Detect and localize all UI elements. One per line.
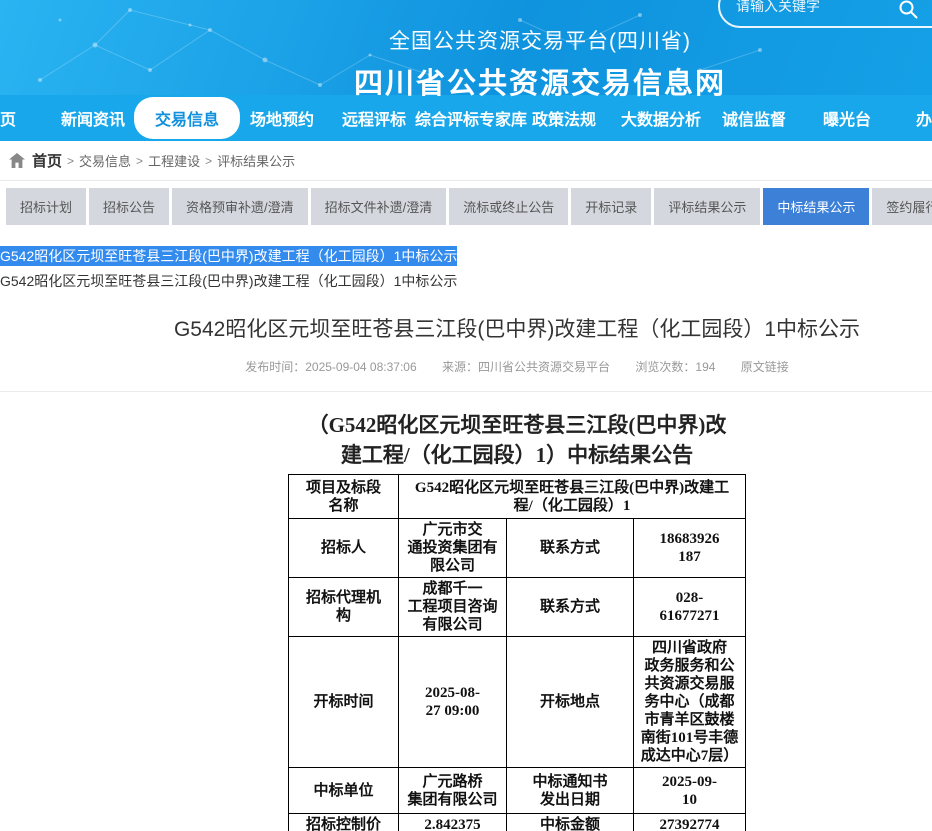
- site-title: 四川省公共资源交易信息网: [0, 60, 932, 102]
- table-label: 项目及标段 名称: [289, 475, 399, 519]
- breadcrumb-evaluation-result[interactable]: 评标结果公示: [217, 151, 295, 170]
- document-body: （G542昭化区元坝至旺苍县三江段(巴中界)改 建工程/（化工园段）1）中标结果…: [0, 410, 932, 831]
- tab-failure-termination-notice[interactable]: 流标或终止公告: [449, 188, 568, 225]
- breadcrumb-engineering[interactable]: 工程建设: [148, 151, 200, 170]
- table-value: 广元市交 通投资集团有 限公司: [399, 519, 507, 578]
- table-label: 中标金额 （元）: [507, 814, 634, 831]
- tab-award-result[interactable]: 中标结果公示: [763, 188, 869, 225]
- table-label: 联系方式: [507, 519, 634, 578]
- nav-item-integrity[interactable]: 诚信监督: [722, 106, 786, 130]
- page-title: G542昭化区元坝至旺苍县三江段(巴中界)改建工程（化工园段）1中标公示: [0, 313, 932, 343]
- tab-evaluation-result[interactable]: 评标结果公示: [654, 188, 760, 225]
- nav-item-services[interactable]: 办事: [916, 106, 932, 130]
- section-divider: [0, 391, 932, 392]
- table-row: 招标代理机 构 成都千一 工程项目咨询 有限公司 联系方式 028- 61677…: [289, 578, 746, 637]
- search-input[interactable]: [736, 0, 896, 26]
- nav-item-big-data[interactable]: 大数据分析: [621, 106, 701, 130]
- nav-item-home[interactable]: 首页: [0, 106, 16, 130]
- table-label: 招标人: [289, 519, 399, 578]
- tab-contract-performance[interactable]: 签约履行: [872, 188, 932, 225]
- platform-subtitle: 全国公共资源交易平台(四川省): [0, 25, 932, 55]
- table-value: 2025-09- 10: [634, 768, 746, 814]
- site-header: 全国公共资源交易平台(四川省) 四川省公共资源交易信息网: [0, 0, 932, 95]
- table-row: 开标时间 2025-08- 27 09:00 开标地点 四川省政府 政务服务和公…: [289, 637, 746, 768]
- page: 全国公共资源交易平台(四川省) 四川省公共资源交易信息网 首页 新闻资讯 交易信…: [0, 0, 932, 831]
- original-link[interactable]: 原文链接: [741, 360, 789, 374]
- breadcrumb: 首页 > 交易信息 > 工程建设 > 评标结果公示: [0, 141, 932, 181]
- search-box: [718, 0, 932, 28]
- table-label: 招标控制价 （元）: [289, 814, 399, 831]
- tab-prequalification-supplement[interactable]: 资格预审补遗/澄清: [172, 188, 308, 225]
- publish-time: 发布时间：2025-09-04 08:37:06: [245, 360, 416, 374]
- table-value: 广元路桥 集团有限公司: [399, 768, 507, 814]
- nav-item-venue-booking[interactable]: 场地预约: [250, 106, 314, 130]
- table-label: 招标代理机 构: [289, 578, 399, 637]
- table-value: 18683926 187: [634, 519, 746, 578]
- breadcrumb-separator: >: [205, 154, 212, 168]
- table-value: 成都千一 工程项目咨询 有限公司: [399, 578, 507, 637]
- tab-bidding-doc-supplement[interactable]: 招标文件补遗/澄清: [311, 188, 447, 225]
- table-row: 招标控制价 （元） 2.842375 8E7 中标金额 （元） 27392774…: [289, 814, 746, 831]
- nav-item-expert-pool[interactable]: 综合评标专家库: [415, 106, 527, 130]
- table-value: G542昭化区元坝至旺苍县三江段(巴中界)改建工 程/（化工园段）1: [399, 475, 746, 519]
- table-label: 联系方式: [507, 578, 634, 637]
- table-row: 中标单位 广元路桥 集团有限公司 中标通知书 发出日期 2025-09- 10: [289, 768, 746, 814]
- nav-item-exposure[interactable]: 曝光台: [823, 106, 871, 130]
- site-branding: 全国公共资源交易平台(四川省) 四川省公共资源交易信息网: [0, 25, 932, 102]
- table-value: 四川省政府 政务服务和公 共资源交易服 务中心（成都 市青羊区鼓楼 南街101号…: [634, 637, 746, 768]
- document-heading-line1: （G542昭化区元坝至旺苍县三江段(巴中界)改: [0, 410, 932, 440]
- breadcrumb-separator: >: [136, 154, 143, 168]
- tab-bar: 招标计划 招标公告 资格预审补遗/澄清 招标文件补遗/澄清 流标或终止公告 开标…: [0, 181, 932, 231]
- breadcrumb-home[interactable]: 首页: [32, 150, 62, 171]
- home-icon: [9, 153, 25, 168]
- view-count: 浏览次数：194: [635, 360, 715, 374]
- nav-item-trade-info[interactable]: 交易信息: [134, 97, 240, 139]
- tab-bidding-plan[interactable]: 招标计划: [6, 188, 86, 225]
- source: 来源：四川省公共资源交易平台: [442, 360, 610, 374]
- table-label: 开标地点: [507, 637, 634, 768]
- article-header: G542昭化区元坝至旺苍县三江段(巴中界)改建工程（化工园段）1中标公示 发布时…: [0, 313, 932, 375]
- table-row: 招标人 广元市交 通投资集团有 限公司 联系方式 18683926 187: [289, 519, 746, 578]
- search-icon[interactable]: [898, 0, 918, 19]
- breadcrumb-trade-info[interactable]: 交易信息: [79, 151, 131, 170]
- table-row: 项目及标段 名称 G542昭化区元坝至旺苍县三江段(巴中界)改建工 程/（化工园…: [289, 475, 746, 519]
- article-meta: 发布时间：2025-09-04 08:37:06 来源：四川省公共资源交易平台 …: [0, 358, 932, 375]
- table-label: 中标单位: [289, 768, 399, 814]
- table-value: 2025-08- 27 09:00: [399, 637, 507, 768]
- table-value: 2.842375 8E7: [399, 814, 507, 831]
- table-label: 开标时间: [289, 637, 399, 768]
- list-item[interactable]: G542昭化区元坝至旺苍县三江段(巴中界)改建工程（化工园段）1中标公示: [0, 271, 457, 291]
- nav-item-remote-evaluation[interactable]: 远程评标: [342, 106, 406, 130]
- result-table: 项目及标段 名称 G542昭化区元坝至旺苍县三江段(巴中界)改建工 程/（化工园…: [288, 474, 746, 831]
- tab-bidding-notice[interactable]: 招标公告: [89, 188, 169, 225]
- announcement-list: G542昭化区元坝至旺苍县三江段(巴中界)改建工程（化工园段）1中标公示 G54…: [0, 246, 932, 291]
- breadcrumb-separator: >: [67, 154, 74, 168]
- tab-bid-opening-record[interactable]: 开标记录: [571, 188, 651, 225]
- document-heading-line2: 建工程/（化工园段）1）中标结果公告: [0, 440, 932, 470]
- table-value: 27392774 .56元: [634, 814, 746, 831]
- table-label: 中标通知书 发出日期: [507, 768, 634, 814]
- table-value: 028- 61677271: [634, 578, 746, 637]
- nav-item-news[interactable]: 新闻资讯: [61, 106, 125, 130]
- list-item-selected[interactable]: G542昭化区元坝至旺苍县三江段(巴中界)改建工程（化工园段）1中标公示: [0, 246, 457, 266]
- nav-item-policies[interactable]: 政策法规: [532, 106, 596, 130]
- document-heading: （G542昭化区元坝至旺苍县三江段(巴中界)改 建工程/（化工园段）1）中标结果…: [0, 410, 932, 470]
